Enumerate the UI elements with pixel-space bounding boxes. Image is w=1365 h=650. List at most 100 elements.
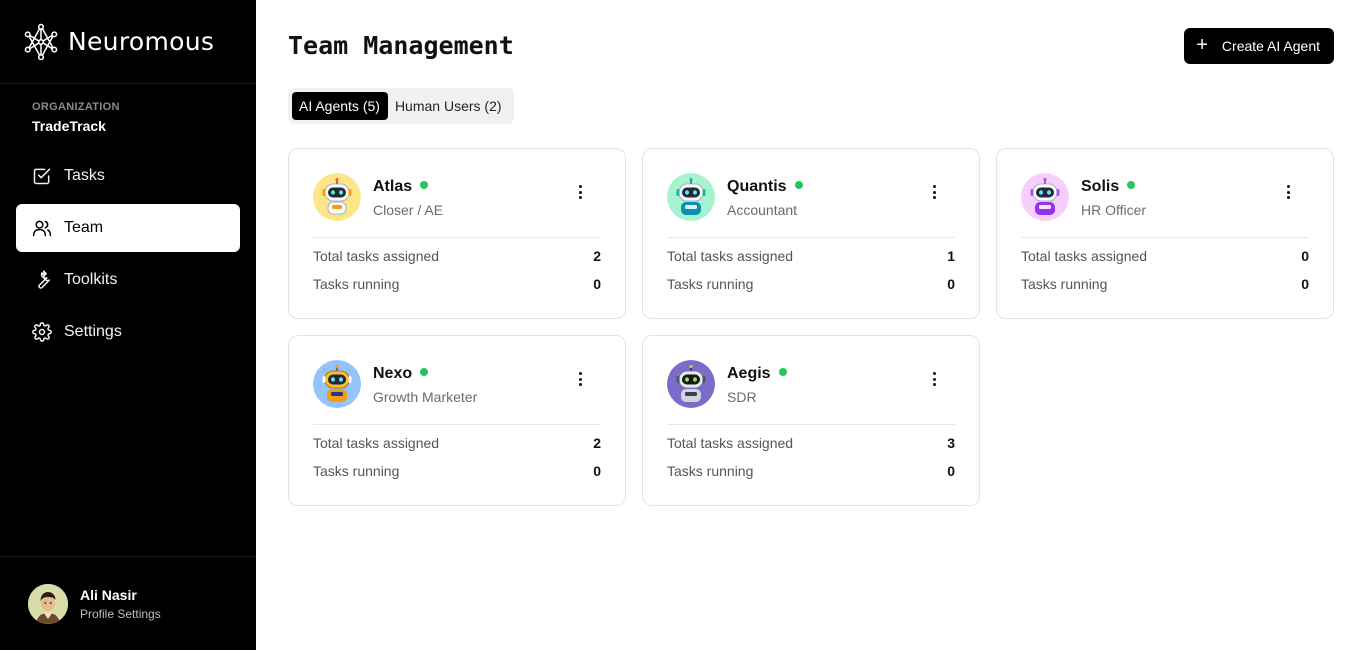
agent-name: Nexo	[373, 365, 429, 383]
stat-label: Total tasks assigned	[667, 435, 794, 451]
agent-card-header: Solis HR Officer	[1021, 173, 1309, 223]
stat-total-tasks: Total tasks assigned 2	[313, 248, 601, 266]
stat-tasks-running: Tasks running 0	[667, 463, 955, 481]
agent-name: Aegis	[727, 365, 787, 383]
status-online-dot	[420, 368, 429, 376]
agent-role: Closer / AE	[373, 202, 444, 218]
sidebar-item-team[interactable]: Team	[16, 204, 240, 252]
sidebar-item-label: Toolkits	[64, 271, 118, 288]
stat-value: 0	[593, 463, 601, 479]
sidebar-item-label: Tasks	[64, 167, 105, 184]
tab-ai-agents[interactable]: AI Agents (5)	[292, 92, 388, 120]
profile-name: Ali Nasir	[80, 586, 137, 603]
stat-label: Tasks running	[667, 463, 754, 479]
more-options-icon[interactable]	[1281, 183, 1295, 201]
status-online-dot	[420, 181, 429, 189]
stat-label: Tasks running	[313, 276, 400, 292]
profile-settings[interactable]: Ali Nasir Profile Settings	[0, 556, 256, 650]
sidebar-item-label: Team	[64, 219, 104, 236]
profile-text: Ali Nasir Profile Settings	[80, 587, 161, 621]
stat-label: Total tasks assigned	[313, 248, 440, 264]
organization: ORGANIZATION TradeTrack	[0, 84, 256, 142]
organization-name: TradeTrack	[32, 118, 106, 134]
stat-value: 1	[947, 248, 955, 264]
stat-label: Total tasks assigned	[667, 248, 794, 264]
stat-tasks-running: Tasks running 0	[313, 463, 601, 481]
more-options-icon[interactable]	[573, 370, 587, 388]
agent-card[interactable]: Solis HR Officer Total tasks assigned 0 …	[996, 148, 1334, 319]
more-options-icon[interactable]	[573, 183, 587, 201]
card-divider	[667, 424, 955, 425]
stat-total-tasks: Total tasks assigned 0	[1021, 248, 1309, 266]
robot-avatar-icon	[667, 173, 715, 221]
organization-label: ORGANIZATION	[32, 101, 120, 113]
stat-total-tasks: Total tasks assigned 2	[313, 435, 601, 453]
more-options-icon[interactable]	[927, 183, 941, 201]
tasks-icon	[33, 168, 51, 185]
sidebar-item-tasks[interactable]: Tasks	[16, 152, 240, 200]
agent-name: Solis	[1081, 178, 1136, 196]
stat-total-tasks: Total tasks assigned 1	[667, 248, 955, 266]
stat-value: 0	[1301, 248, 1309, 264]
status-online-dot	[778, 368, 787, 376]
agent-card[interactable]: Atlas Closer / AE Total tasks assigned 2…	[288, 148, 626, 319]
stat-label: Total tasks assigned	[313, 435, 440, 451]
card-divider	[313, 424, 601, 425]
stat-value: 0	[947, 276, 955, 292]
robot-avatar-icon	[313, 360, 361, 408]
brand-name: Neuromous	[68, 27, 215, 56]
tab-human-users[interactable]: Human Users (2)	[388, 92, 510, 120]
wrench-icon	[38, 270, 50, 289]
agent-name: Quantis	[727, 178, 803, 196]
neuromous-logo-icon	[24, 23, 58, 60]
agent-type-tabs: AI Agents (5) Human Users (2)	[288, 88, 514, 124]
agent-card-header: Atlas Closer / AE	[313, 173, 601, 223]
stat-label: Total tasks assigned	[1021, 248, 1148, 264]
main-content: Team Management + Create AI Agent AI Age…	[256, 0, 1365, 650]
robot-avatar-icon	[1021, 173, 1069, 221]
stat-label: Tasks running	[313, 463, 400, 479]
sidebar-item-settings[interactable]: Settings	[16, 308, 240, 356]
stat-value: 0	[1301, 276, 1309, 292]
agent-role: Accountant	[727, 202, 798, 218]
card-divider	[1021, 237, 1309, 238]
stat-value: 3	[947, 435, 955, 451]
gear-icon	[32, 322, 52, 342]
sidebar-nav: Tasks Team Toolkits Settings	[16, 152, 240, 360]
sidebar: Neuromous ORGANIZATION TradeTrack Tasks …	[0, 0, 256, 650]
create-ai-agent-label: Create AI Agent	[1221, 38, 1320, 54]
brand[interactable]: Neuromous	[0, 0, 256, 84]
stat-label: Tasks running	[667, 276, 754, 292]
agent-role: Growth Marketer	[373, 389, 478, 405]
stat-tasks-running: Tasks running 0	[313, 276, 601, 294]
stat-value: 0	[947, 463, 955, 479]
card-divider	[667, 237, 955, 238]
sidebar-item-label: Settings	[64, 323, 122, 340]
agent-card-header: Nexo Growth Marketer	[313, 360, 601, 410]
agent-role: HR Officer	[1081, 202, 1147, 218]
agent-card[interactable]: Nexo Growth Marketer Total tasks assigne…	[288, 335, 626, 506]
agent-name: Atlas	[373, 178, 429, 196]
stat-value: 0	[593, 276, 601, 292]
agent-card-header: Aegis SDR	[667, 360, 955, 410]
sidebar-item-toolkits[interactable]: Toolkits	[16, 256, 240, 304]
team-icon	[32, 220, 52, 237]
page-title: Team Management	[288, 31, 514, 60]
more-options-icon[interactable]	[927, 370, 941, 388]
profile-subtitle: Profile Settings	[80, 606, 161, 621]
agent-role: SDR	[727, 389, 757, 405]
stat-total-tasks: Total tasks assigned 3	[667, 435, 955, 453]
agent-card[interactable]: Aegis SDR Total tasks assigned 3 Tasks r…	[642, 335, 980, 506]
stat-value: 2	[593, 248, 601, 264]
agent-card[interactable]: Quantis Accountant Total tasks assigned …	[642, 148, 980, 319]
robot-avatar-icon	[313, 173, 361, 221]
avatar	[28, 583, 68, 624]
status-online-dot	[1127, 181, 1136, 189]
stat-tasks-running: Tasks running 0	[667, 276, 955, 294]
agent-card-header: Quantis Accountant	[667, 173, 955, 223]
stat-value: 2	[593, 435, 601, 451]
stat-label: Tasks running	[1021, 276, 1108, 292]
status-online-dot	[794, 181, 803, 189]
stat-tasks-running: Tasks running 0	[1021, 276, 1309, 294]
create-ai-agent-button[interactable]: + Create AI Agent	[1184, 28, 1334, 64]
